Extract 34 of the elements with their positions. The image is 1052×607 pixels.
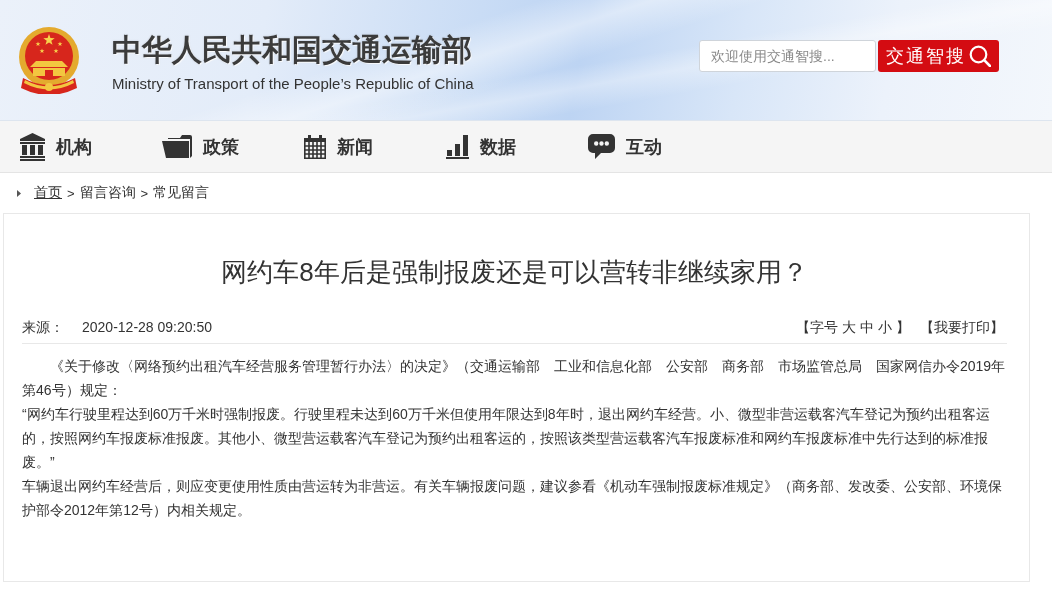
breadcrumb-separator: > — [140, 185, 149, 201]
nav-link[interactable]: 机构 — [20, 132, 162, 161]
font-size-link[interactable]: 中 — [860, 316, 874, 338]
search-button[interactable]: 交通智搜 — [878, 40, 999, 72]
font-size-link[interactable]: 大 — [842, 316, 856, 338]
nav-link[interactable]: 政策 — [162, 134, 304, 159]
caret-icon — [17, 189, 21, 197]
breadcrumb-text: 留言咨询 — [79, 184, 136, 202]
folder-icon — [162, 135, 192, 158]
search-icon — [969, 45, 991, 67]
article-paragraph: 车辆退出网约车经营后，则应变更使用性质由营运转为非营运。有关车辆报废问题，建议参看《机动车强制报废标准规定》（商务部、发改委、公安部、环境保护部令2012年第12号）内相关规定。 — [22, 477, 1003, 520]
bar-chart-icon — [446, 134, 469, 159]
font-size-link[interactable]: 小 — [878, 316, 892, 338]
nav-link[interactable]: 互动 — [588, 134, 730, 159]
breadcrumb-text: 常见留言 — [153, 184, 210, 202]
site-title: 中华人民共和国交通运输部 — [112, 31, 473, 68]
source-label: 来源： — [22, 318, 64, 337]
nav-link[interactable]: 新闻 — [304, 134, 446, 159]
speech-bubble-icon — [588, 134, 615, 159]
breadcrumb-separator: > — [67, 185, 75, 201]
font-size-label: 【字号 — [796, 318, 838, 337]
article-title: 网约车8年后是强制报废还是可以营转非继续家用？ — [220, 256, 809, 289]
publish-date: 2020-12-28 09:20:50 — [82, 318, 212, 337]
article-paragraph: 《关于修改〈网络预约出租汽车经营服务管理暂行办法〉的决定》（交通运输部 工业和信息化部 公安部 商务部 市场监管总局 国家网信办令2019年第46号）规定： — [22, 357, 1007, 400]
site-subtitle: Ministry of Transport of the People’s Republic of China — [112, 74, 474, 93]
search-field[interactable]: 欢迎使用交通智搜... — [699, 40, 876, 72]
calendar-icon — [304, 134, 326, 159]
national-emblem-icon — [17, 26, 81, 94]
closing-bracket: 】 — [896, 318, 910, 337]
print-link[interactable]: 【我要打印】 — [920, 316, 1004, 338]
columned-building-icon — [20, 132, 45, 161]
article-paragraph: “网约车行驶里程达到60万千米时强制报废。行驶里程未达到60万千米但使用年限达到8年时，退出网约车经营。小、微型非营运载客汽车登记为预约出租客运的，按照网约车报废标准报废。其他小、微型营运载客汽车登记为预约出租客运的，按照该类型营运载客汽车报废标准和网约车报废标准中先行达到的标准报废。” — [22, 405, 991, 472]
nav-link[interactable]: 数据 — [446, 134, 588, 159]
breadcrumb-link[interactable]: 首页 — [34, 184, 62, 202]
